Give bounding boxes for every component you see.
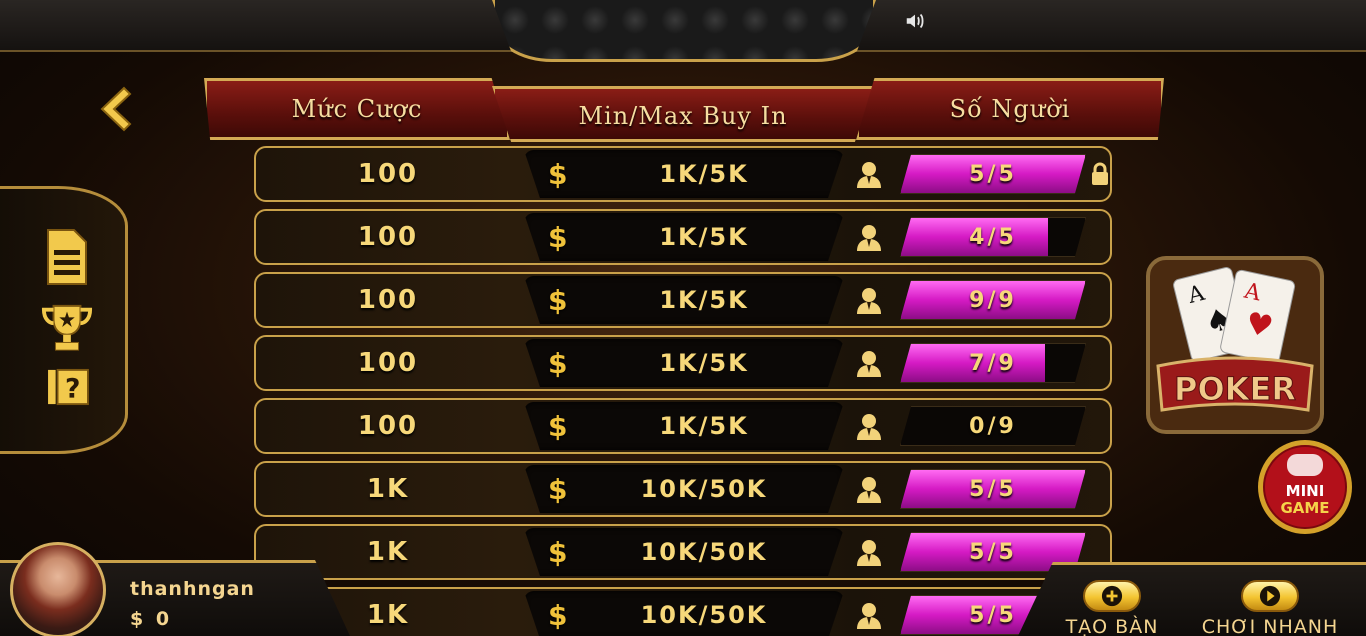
plus-icon [1083, 580, 1141, 612]
person-icon [857, 603, 881, 629]
table-row[interactable]: 100 $1K/5K 7/9 [254, 335, 1112, 391]
help-button[interactable]: ? [46, 368, 98, 420]
table-row[interactable]: 100 $1K/5K 9/9 [254, 272, 1112, 328]
player-count: 5/5 [969, 476, 1017, 502]
buyin-range: 1K/5K [659, 412, 749, 440]
back-button[interactable] [94, 84, 134, 134]
buyin-range: 10K/50K [640, 538, 768, 566]
dollar-icon: $ [548, 536, 568, 569]
gamepad-icon [1287, 454, 1323, 476]
buyin-box: $1K/5K [524, 150, 844, 198]
person-icon [857, 351, 881, 377]
person-icon [857, 225, 881, 251]
quick-play-button[interactable]: CHƠI NHANH [1196, 580, 1344, 636]
poker-game-logo[interactable]: A ♠ A ♥ POKER [1144, 254, 1326, 436]
table-row[interactable]: 1K $10K/50K 5/5 [254, 524, 1112, 580]
person-icon [857, 477, 881, 503]
mini-game-line1: MINI [1286, 482, 1325, 500]
person-icon [857, 288, 881, 314]
bet-amount: 1K [366, 474, 410, 504]
buyin-box: $1K/5K [524, 339, 844, 387]
dollar-icon: $ [548, 284, 568, 317]
buyin-range: 1K/5K [659, 160, 749, 188]
table-row[interactable]: 100 $1K/5K 5/5 [254, 146, 1112, 202]
room-list: 100 $1K/5K 5/5 100 $1K/5K 4/5 100 $1K/5K 9/9 100 $… [254, 146, 1114, 636]
bet-amount: 100 [357, 159, 419, 189]
table-row[interactable]: 1K $10K/50K 5/5 [254, 461, 1112, 517]
help-icon: ? [48, 368, 89, 406]
dollar-icon: $ [548, 347, 568, 380]
tab-bet-level[interactable]: Mức Cược [204, 78, 510, 140]
bet-amount: 100 [357, 348, 419, 378]
person-icon [857, 162, 881, 188]
buyin-box: $1K/5K [524, 402, 844, 450]
create-table-button[interactable]: TẠO BÀN [1062, 580, 1162, 636]
tab-buyin[interactable]: Min/Max Buy In [492, 86, 874, 142]
buyin-range: 10K/50K [640, 601, 768, 629]
dollar-icon: $ [548, 473, 568, 506]
buyin-range: 1K/5K [659, 349, 749, 377]
player-count: 4/5 [969, 224, 1017, 250]
dollar-icon: $ [548, 221, 568, 254]
player-count: 5/5 [969, 161, 1017, 187]
svg-text:?: ? [65, 373, 80, 404]
sound-icon[interactable] [904, 10, 926, 32]
chevron-left-icon [100, 86, 132, 132]
person-icon [857, 414, 881, 440]
buyin-box: $1K/5K [524, 276, 844, 324]
tab-players-label: Số Người [949, 95, 1071, 123]
document-button[interactable] [40, 228, 92, 285]
player-count: 9/9 [969, 287, 1017, 313]
lock-icon [1092, 162, 1108, 185]
buyin-range: 1K/5K [659, 223, 749, 251]
create-table-label: TẠO BÀN [1065, 616, 1159, 636]
table-row[interactable]: 1K $10K/50K 5/5 [254, 587, 1112, 636]
bet-amount: 100 [357, 285, 419, 315]
play-icon [1241, 580, 1299, 612]
tab-players[interactable]: Số Người [856, 78, 1164, 140]
poker-logo-text: POKER [1174, 370, 1296, 408]
dollar-icon: $ [548, 158, 568, 191]
tab-bet-level-label: Mức Cược [291, 95, 423, 123]
mini-game-button[interactable]: MINI GAME [1256, 438, 1354, 536]
trophy-icon [41, 304, 93, 351]
tab-buyin-label: Min/Max Buy In [578, 102, 788, 130]
top-ornament [492, 0, 876, 62]
player-count: 7/9 [969, 350, 1017, 376]
bet-amount: 100 [357, 222, 419, 252]
quick-play-label: CHƠI NHANH [1201, 616, 1339, 636]
trophy-button[interactable] [40, 302, 93, 354]
person-icon [857, 540, 881, 566]
username: thanhngan [130, 578, 255, 600]
buyin-box: $10K/50K [524, 591, 844, 636]
table-row[interactable]: 100 $1K/5K 4/5 [254, 209, 1112, 265]
buyin-range: 10K/50K [640, 475, 768, 503]
dollar-icon: $ [548, 410, 568, 443]
buyin-range: 1K/5K [659, 286, 749, 314]
avatar[interactable] [10, 542, 106, 636]
buyin-box: $1K/5K [524, 213, 844, 261]
buyin-box: $10K/50K [524, 465, 844, 513]
document-icon [47, 229, 87, 285]
table-row[interactable]: 100 $1K/5K 0/9 [254, 398, 1112, 454]
dollar-icon: $ [548, 599, 568, 632]
buyin-box: $10K/50K [524, 528, 844, 576]
player-count: 0/9 [969, 413, 1017, 439]
balance: $ 0 [130, 608, 173, 630]
mini-game-line2: GAME [1280, 499, 1329, 517]
bet-amount: 100 [357, 411, 419, 441]
